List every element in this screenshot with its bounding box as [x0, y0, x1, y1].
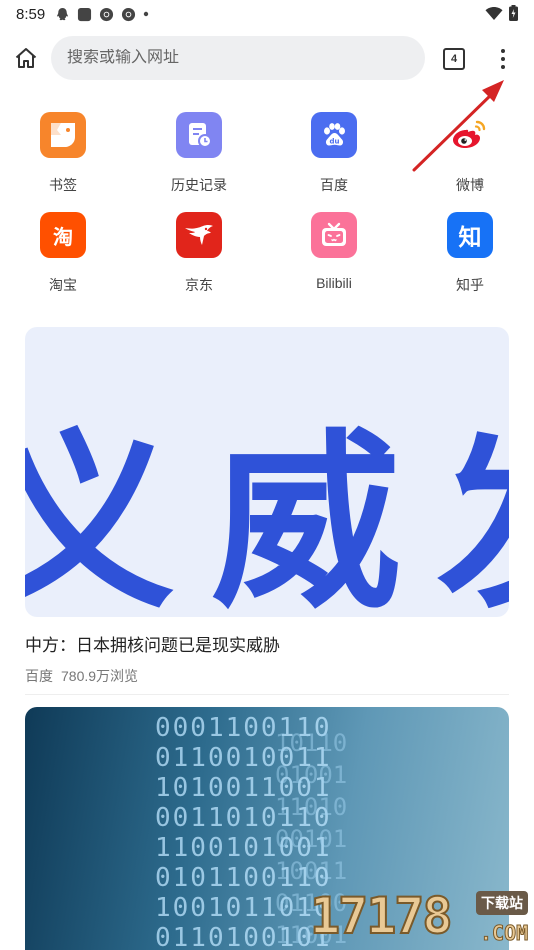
menu-dot-icon — [501, 65, 505, 69]
news-meta: 百度 780.9万浏览 — [25, 666, 146, 686]
qq-notification-icon — [57, 7, 69, 20]
shortcut-jd[interactable]: 京东 — [149, 212, 249, 295]
zhihu-icon: 知 — [447, 212, 493, 258]
shortcut-label: 历史记录 — [171, 177, 227, 193]
home-icon — [15, 48, 37, 68]
baidu-icon: du — [311, 112, 357, 158]
status-bar: 8:59 — [0, 0, 534, 28]
shortcut-label: 百度 — [320, 177, 348, 193]
search-input[interactable] — [67, 49, 425, 67]
browser-toolbar: 4 — [0, 34, 534, 82]
chrome-notification-icon — [100, 7, 114, 21]
shortcut-label: Bilibili — [316, 275, 352, 291]
jd-icon — [176, 212, 222, 258]
chrome-notification-icon — [122, 7, 136, 21]
wifi-icon — [485, 6, 503, 20]
shortcut-bookmarks[interactable]: 书签 — [13, 112, 113, 195]
shortcut-history[interactable]: 历史记录 — [149, 112, 249, 195]
shortcut-label: 知乎 — [456, 277, 484, 293]
tab-count: 4 — [450, 53, 458, 65]
news-source: 百度 — [25, 668, 53, 684]
menu-dot-icon — [501, 57, 505, 61]
svg-text:du: du — [330, 138, 340, 146]
shortcut-weibo[interactable]: 微博 — [420, 112, 520, 195]
news-views: 780.9万浏览 — [61, 668, 139, 684]
shortcut-label: 淘宝 — [49, 277, 77, 293]
status-time: 8:59 — [16, 5, 46, 23]
zhihu-glyph: 知 — [458, 224, 482, 250]
bilibili-icon — [311, 212, 357, 258]
shortcut-label: 书签 — [49, 177, 77, 193]
bookmark-icon — [40, 112, 86, 158]
image-text: 义威发言 — [25, 413, 509, 617]
more-options-button[interactable] — [492, 46, 514, 72]
watermark-domain: .COM — [479, 921, 529, 946]
home-button[interactable] — [12, 44, 40, 72]
app-notification-icon — [78, 7, 92, 21]
shortcut-zhihu[interactable]: 知 知乎 — [420, 212, 520, 295]
news-title[interactable]: 中方：日本拥核问题已是现实威胁 — [25, 631, 280, 656]
more-notifications-icon — [144, 11, 149, 17]
shortcut-label: 微博 — [456, 177, 484, 193]
taobao-glyph: 淘 — [53, 226, 73, 249]
history-icon — [176, 112, 222, 158]
shortcut-taobao[interactable]: 淘 淘宝 — [13, 212, 113, 295]
tab-switcher-button[interactable]: 4 — [443, 48, 465, 70]
shortcut-baidu[interactable]: du 百度 — [284, 112, 384, 195]
news-card-image[interactable]: 义威发言 — [25, 327, 509, 617]
shortcut-bilibili[interactable]: Bilibili — [284, 212, 384, 291]
weibo-icon — [447, 112, 493, 158]
site-watermark: 17178 下载站 .COM — [309, 885, 534, 950]
taobao-icon: 淘 — [40, 212, 86, 258]
watermark-number: 17178 — [309, 886, 454, 946]
battery-icon — [509, 5, 518, 21]
watermark-tag: 下载站 — [476, 891, 528, 915]
shortcut-label: 京东 — [185, 277, 213, 293]
menu-dot-icon — [501, 49, 505, 53]
address-bar[interactable] — [51, 36, 425, 80]
feed-divider — [25, 694, 509, 695]
